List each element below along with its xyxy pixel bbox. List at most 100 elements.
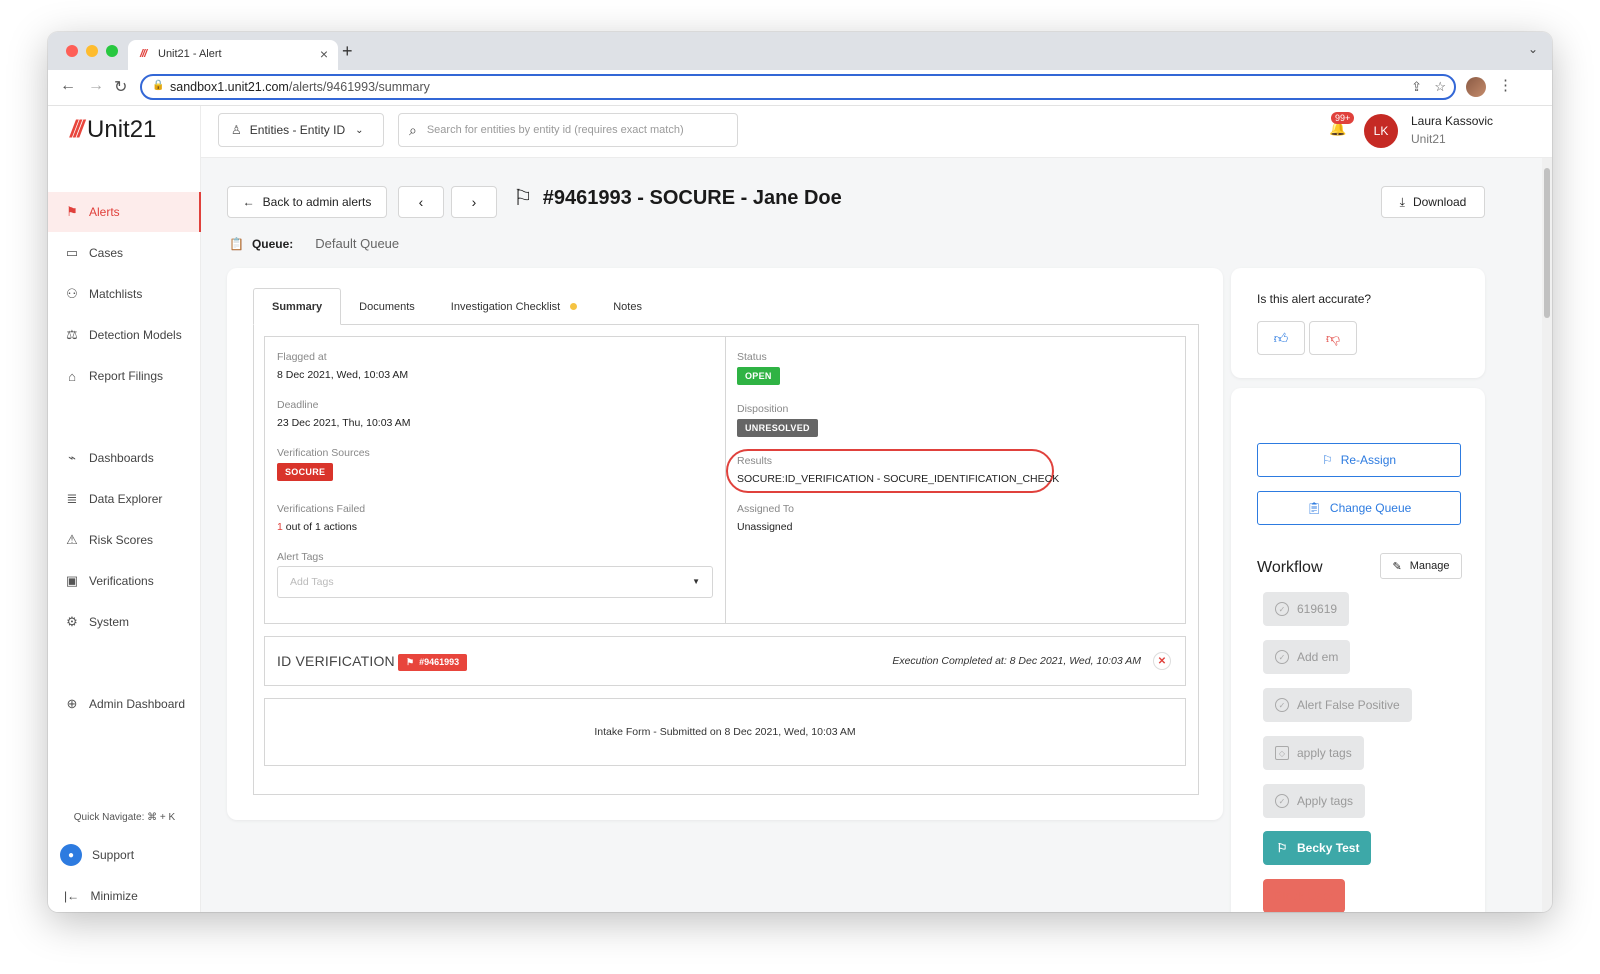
verifications-failed-label: Verifications Failed bbox=[277, 503, 366, 515]
sidebar-item-alerts[interactable]: ⚑ Alerts bbox=[48, 192, 201, 232]
tags-placeholder: Add Tags bbox=[290, 576, 334, 588]
alert-accuracy-card: Is this alert accurate? 👍︎ 👎︎ bbox=[1231, 268, 1485, 378]
sidebar-item-cases[interactable]: ▭ Cases bbox=[48, 233, 201, 273]
next-alert-button[interactable]: › bbox=[451, 186, 497, 218]
assigned-to-label: Assigned To bbox=[737, 503, 795, 515]
accuracy-question: Is this alert accurate? bbox=[1257, 292, 1372, 306]
workflow-button-label: Apply tags bbox=[1297, 794, 1354, 808]
back-to-admin-alerts-button[interactable]: ← Back to admin alerts bbox=[227, 186, 387, 218]
browser-profile-avatar[interactable] bbox=[1466, 77, 1486, 97]
id-verification-section[interactable]: ID VERIFICATION ⚑ #9461993 Execution Comp… bbox=[264, 636, 1186, 686]
alert-id-chip: ⚑ #9461993 bbox=[398, 654, 468, 671]
close-tab-icon[interactable]: × bbox=[320, 46, 328, 62]
sidebar-item-dashboards[interactable]: ⌁ Dashboards bbox=[48, 438, 201, 478]
notification-count-badge: 99+ bbox=[1331, 112, 1355, 124]
bookmark-star-icon[interactable]: ☆ bbox=[1434, 79, 1446, 95]
reload-icon[interactable]: ↻ bbox=[114, 77, 127, 97]
alert-id-chip-text: #9461993 bbox=[419, 657, 460, 667]
pencil-icon: ✎ bbox=[1392, 560, 1402, 573]
search-icon: ⌕ bbox=[409, 121, 417, 138]
failed-count-rest: out of 1 actions bbox=[282, 521, 357, 533]
download-button[interactable]: ⤓ Download bbox=[1381, 186, 1485, 218]
re-assign-button[interactable]: ⚐ Re-Assign bbox=[1257, 443, 1461, 477]
tag-icon: ◇ bbox=[1275, 746, 1289, 760]
address-bar[interactable]: 🔒 sandbox1.unit21.com/alerts/9461993/sum… bbox=[140, 74, 1456, 100]
sidebar-item-label: Matchlists bbox=[89, 287, 143, 301]
unit21-favicon-icon: /// bbox=[140, 48, 147, 60]
tab-label: Documents bbox=[359, 300, 415, 313]
close-window-button[interactable] bbox=[66, 45, 78, 57]
sidebar-item-matchlists[interactable]: ⚇ Matchlists bbox=[48, 274, 201, 314]
tab-notes[interactable]: Notes bbox=[595, 288, 660, 325]
entity-type-select[interactable]: ♙ Entities - Entity ID ⌄ bbox=[218, 113, 384, 147]
flagged-at-value: 8 Dec 2021, Wed, 10:03 AM bbox=[277, 369, 409, 381]
back-arrow-icon[interactable]: ← bbox=[60, 77, 76, 95]
user-avatar[interactable]: LK bbox=[1364, 114, 1398, 148]
alert-tags-input[interactable]: Add Tags ▼ bbox=[277, 566, 713, 598]
gear-icon: ⚙ bbox=[66, 614, 78, 629]
minimize-window-button[interactable] bbox=[86, 45, 98, 57]
unit21-logo[interactable]: /// Unit21 bbox=[70, 116, 156, 144]
workflow-button-block-user[interactable]: Block User bbox=[1263, 879, 1346, 912]
tab-investigation-checklist[interactable]: Investigation Checklist bbox=[433, 288, 595, 325]
minimize-sidebar-button[interactable]: |← Minimize bbox=[64, 889, 138, 903]
support-button[interactable]: ● Support bbox=[60, 844, 134, 866]
sidebar-item-data-explorer[interactable]: ≣ Data Explorer bbox=[48, 479, 201, 519]
sidebar-item-label: Detection Models bbox=[89, 328, 182, 342]
quick-navigate-hint: Quick Navigate: ⌘ + K bbox=[73, 812, 176, 823]
workflow-button-619619[interactable]: ✓ 619619 bbox=[1263, 592, 1350, 626]
tab-documents[interactable]: Documents bbox=[341, 288, 433, 325]
url-path: /alerts/9461993/summary bbox=[288, 80, 430, 94]
workflow-button-alert-false-positive[interactable]: ✓ Alert False Positive bbox=[1263, 688, 1412, 722]
browser-menu-icon[interactable]: ⋮ bbox=[1498, 76, 1513, 94]
flag-outline-icon: ⚐ bbox=[513, 185, 533, 210]
share-icon[interactable]: ⇪ bbox=[1411, 79, 1422, 95]
sidebar-item-label: Data Explorer bbox=[89, 492, 163, 506]
clipboard-icon: 📋 bbox=[229, 236, 244, 251]
scrollbar-thumb[interactable] bbox=[1544, 168, 1550, 318]
workflow-title: Workflow bbox=[1257, 559, 1323, 576]
browser-tab[interactable]: /// Unit21 - Alert × bbox=[128, 40, 338, 70]
change-queue-label: Change Queue bbox=[1329, 501, 1412, 515]
disposition-label: Disposition bbox=[737, 403, 789, 415]
workflow-button-becky-test[interactable]: ⚐ Becky Test bbox=[1263, 831, 1372, 865]
deadline-value: 23 Dec 2021, Thu, 10:03 AM bbox=[277, 417, 411, 429]
zoom-window-button[interactable] bbox=[106, 45, 118, 57]
chart-line-icon: ⌁ bbox=[68, 450, 76, 465]
workflow-button-apply-tags-lower[interactable]: ◇ apply tags bbox=[1263, 736, 1364, 770]
tab-summary[interactable]: Summary bbox=[253, 288, 342, 325]
entity-search-input[interactable]: ⌕ Search for entities by entity id (requ… bbox=[398, 113, 738, 147]
tab-search-chevron-icon[interactable]: ⌄ bbox=[1528, 42, 1538, 56]
sidebar-item-detection-models[interactable]: ⚖ Detection Models bbox=[48, 315, 201, 355]
sidebar-item-label: Alerts bbox=[89, 205, 120, 219]
support-chat-icon: ● bbox=[60, 844, 82, 866]
workflow-button-label: Becky Test bbox=[1297, 841, 1360, 855]
sidebar-item-label: Admin Dashboard bbox=[89, 697, 186, 711]
forward-arrow-icon[interactable]: → bbox=[88, 77, 104, 95]
thumbs-up-button[interactable]: 👍︎ bbox=[1257, 321, 1305, 355]
workflow-button-label: 619619 bbox=[1297, 602, 1338, 616]
check-circle-icon: ✓ bbox=[1275, 602, 1289, 616]
new-tab-button[interactable]: + bbox=[342, 41, 353, 62]
thumbs-down-icon: 👎︎ bbox=[1325, 329, 1341, 346]
chevron-right-icon: › bbox=[471, 194, 477, 210]
page-scrollbar[interactable] bbox=[1542, 158, 1552, 912]
chevron-down-icon: ⌄ bbox=[355, 124, 364, 136]
workflow-button-add-em[interactable]: ✓ Add em bbox=[1263, 640, 1351, 674]
status-badge: OPEN bbox=[737, 367, 780, 385]
workflow-button-apply-tags[interactable]: ✓ Apply tags bbox=[1263, 784, 1366, 818]
sidebar-item-verifications[interactable]: ▣ Verifications bbox=[48, 561, 201, 601]
thumbs-down-button[interactable]: 👎︎ bbox=[1309, 321, 1357, 355]
sidebar-item-label: Verifications bbox=[89, 574, 154, 588]
sidebar-item-risk-scores[interactable]: ⚠ Risk Scores bbox=[48, 520, 201, 560]
previous-alert-button[interactable]: ‹ bbox=[398, 186, 444, 218]
url-text: sandbox1.unit21.com/alerts/9461993/summa… bbox=[170, 80, 430, 94]
sidebar-item-label: System bbox=[89, 615, 130, 629]
download-label: Download bbox=[1412, 195, 1467, 209]
change-queue-button[interactable]: 📋︎ Change Queue bbox=[1257, 491, 1461, 525]
sidebar-item-admin-dashboard[interactable]: ⊕ Admin Dashboard bbox=[48, 684, 201, 724]
manage-workflow-button[interactable]: ✎ Manage bbox=[1380, 553, 1462, 579]
sidebar-item-system[interactable]: ⚙ System bbox=[48, 602, 201, 642]
manage-label: Manage bbox=[1409, 560, 1450, 572]
sidebar-item-report-filings[interactable]: ⌂ Report Filings bbox=[48, 356, 201, 396]
